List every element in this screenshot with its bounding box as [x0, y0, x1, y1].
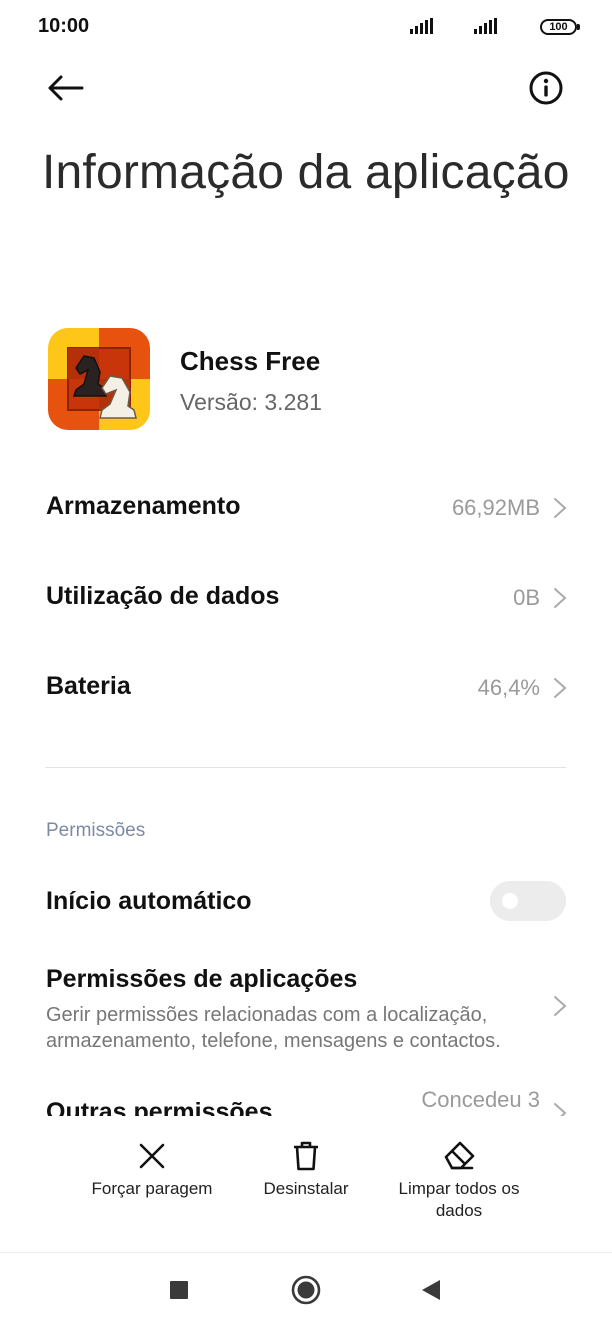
trash-icon — [294, 1141, 318, 1171]
status-bar: 10:00 100 — [0, 0, 612, 54]
data-usage-label: Utilização de dados — [46, 582, 280, 610]
divider — [45, 767, 566, 768]
arrow-left-icon — [48, 75, 84, 101]
back-button[interactable] — [44, 68, 88, 108]
recent-apps-button[interactable] — [162, 1273, 196, 1307]
battery-value: 46,4% — [477, 675, 540, 700]
battery-label: Bateria — [46, 672, 131, 700]
chevron-right-icon — [554, 588, 567, 608]
force-stop-label: Forçar paragem — [91, 1179, 213, 1198]
app-name: Chess Free — [180, 346, 321, 376]
chevron-right-icon — [554, 678, 567, 698]
app-info-screen: 10:00 100 Informação da aplicação Chess … — [0, 0, 612, 1326]
signal-strength-icon — [474, 18, 497, 34]
eraser-icon — [444, 1141, 475, 1170]
force-stop-button[interactable]: Forçar paragem — [72, 1140, 232, 1200]
info-button[interactable] — [526, 68, 566, 108]
autostart-label: Início automático — [46, 887, 252, 915]
signal-strength-icon — [410, 18, 433, 34]
square-icon — [170, 1281, 188, 1299]
battery-indicator: 100 — [540, 19, 580, 35]
uninstall-label: Desinstalar — [263, 1179, 349, 1198]
nav-back-button[interactable] — [414, 1273, 448, 1307]
navigation-bar — [0, 1252, 612, 1326]
triangle-back-icon — [422, 1280, 440, 1300]
page-title: Informação da aplicação — [42, 146, 570, 199]
chess-knight-icon — [48, 328, 150, 430]
chevron-right-icon — [554, 996, 567, 1016]
storage-row[interactable]: Armazenamento 66,92MB — [0, 478, 612, 538]
app-version: Versão: 3.281 — [180, 389, 322, 415]
chevron-right-icon — [554, 498, 567, 518]
info-circle-icon — [529, 71, 563, 105]
clear-data-label: Limpar todos os dados — [398, 1179, 520, 1220]
app-permissions-label: Permissões de aplicações — [46, 965, 358, 993]
autostart-toggle[interactable] — [490, 881, 566, 921]
data-usage-row[interactable]: Utilização de dados 0B — [0, 568, 612, 628]
section-header-permissions: Permissões — [46, 820, 146, 841]
circle-icon — [291, 1275, 321, 1305]
storage-value: 66,92MB — [451, 495, 540, 520]
close-icon — [139, 1143, 165, 1169]
data-usage-value: 0B — [513, 585, 540, 610]
app-permissions-description: Gerir permissões relacionadas com a loca… — [46, 1004, 501, 1052]
status-time: 10:00 — [38, 15, 90, 37]
other-permissions-value: Concedeu 3 — [421, 1087, 540, 1112]
uninstall-button[interactable]: Desinstalar — [236, 1140, 376, 1200]
clear-data-button[interactable]: Limpar todos os dados — [380, 1140, 538, 1222]
app-icon — [48, 328, 150, 430]
storage-label: Armazenamento — [46, 492, 241, 520]
toggle-knob — [502, 893, 518, 909]
action-bar: Forçar paragem Desinstalar Limpar todos … — [0, 1116, 612, 1252]
home-button[interactable] — [289, 1273, 323, 1307]
battery-row[interactable]: Bateria 46,4% — [0, 658, 612, 718]
